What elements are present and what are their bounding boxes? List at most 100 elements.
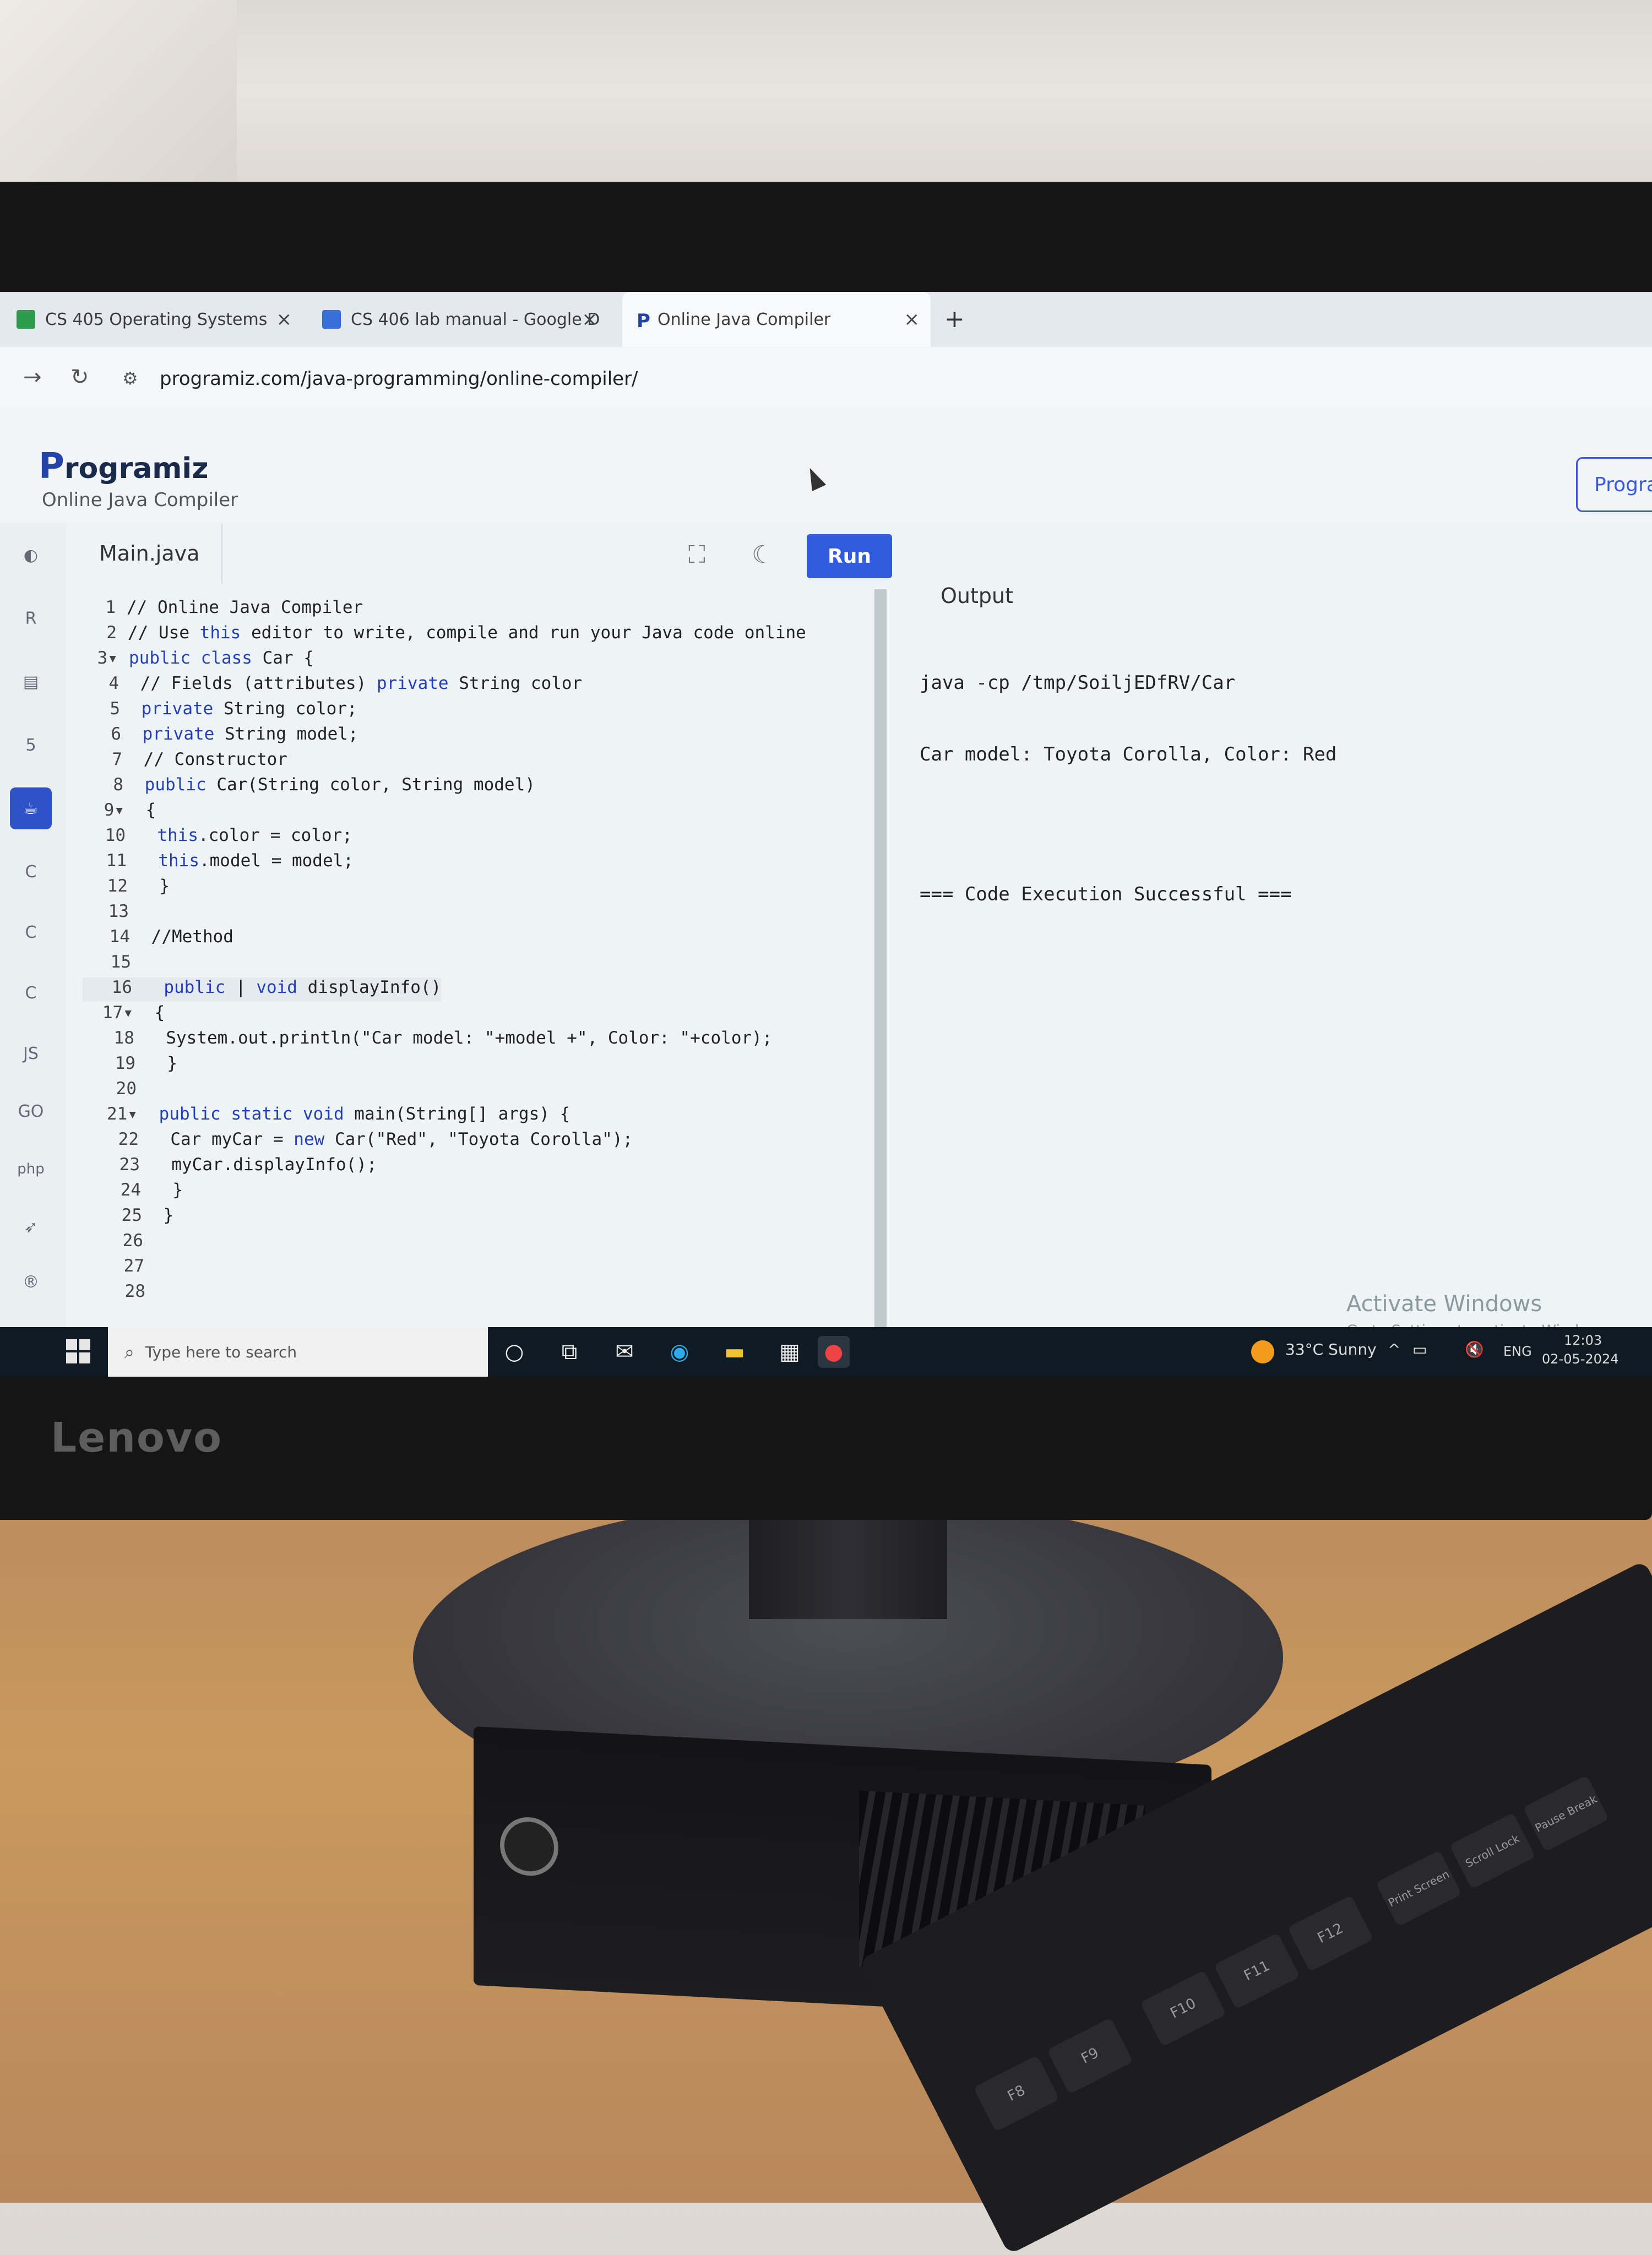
line-number: 21▾ xyxy=(107,1104,138,1124)
php-icon[interactable]: php xyxy=(10,1148,52,1190)
volume-muted-icon[interactable]: 🔇 xyxy=(1465,1340,1484,1359)
code-line[interactable]: 23 myCar.displayInfo(); xyxy=(90,1155,377,1179)
go-icon[interactable]: GO xyxy=(10,1090,52,1132)
task-view-icon[interactable]: ⧉ xyxy=(553,1336,585,1368)
windows-start-icon[interactable] xyxy=(66,1339,90,1363)
rust-icon[interactable]: ® xyxy=(10,1261,52,1303)
new-tab-button[interactable]: + xyxy=(944,305,965,333)
tab-online-java-compiler[interactable]: P Online Java Compiler × xyxy=(622,292,931,347)
page-header: Programiz Online Java Compiler Progra xyxy=(0,407,1652,523)
tab-cs405[interactable]: CS 405 Operating Systems × xyxy=(17,292,303,347)
weather-text[interactable]: 33°C Sunny xyxy=(1285,1340,1377,1359)
csharp-icon[interactable]: C xyxy=(10,911,52,953)
code-line[interactable]: 6 private String model; xyxy=(72,724,358,748)
java-icon[interactable]: ☕ xyxy=(10,787,52,829)
code-line[interactable]: 4 // Fields (attributes) private String … xyxy=(69,673,582,698)
code-editor[interactable]: 1 // Online Java Compiler 2 // Use this edi… xyxy=(66,597,881,1330)
code-line[interactable]: 16 public | void displayInfo() xyxy=(83,977,442,1002)
cpp-icon[interactable]: C xyxy=(10,972,52,1014)
key[interactable]: Print Screen xyxy=(1376,1850,1462,1927)
code-line[interactable]: 11 this.model = model; xyxy=(77,851,354,875)
programiz-pro-button[interactable]: Progra xyxy=(1576,457,1652,512)
close-icon[interactable]: × xyxy=(904,308,920,330)
code-line[interactable]: 5 private String color; xyxy=(70,699,357,723)
code-text: System.out.println("Car model: "+model +… xyxy=(145,1028,773,1048)
fullscreen-icon[interactable]: ⛶ xyxy=(688,541,705,569)
html-icon[interactable]: 5 xyxy=(10,724,52,766)
tab-cs406[interactable]: CS 406 lab manual - Google D × xyxy=(322,292,608,347)
key[interactable]: F11 xyxy=(1214,1932,1300,2009)
pane-divider[interactable] xyxy=(874,589,887,1333)
code-line[interactable]: 9▾ { xyxy=(75,800,156,824)
clock-date[interactable]: 02-05-2024 xyxy=(1542,1351,1618,1367)
sql-icon[interactable]: ▤ xyxy=(10,661,52,703)
monitor-brand: Lenovo xyxy=(51,1414,222,1461)
dark-mode-icon[interactable]: ☾ xyxy=(752,541,773,569)
network-icon[interactable]: ▭ xyxy=(1412,1340,1427,1359)
key[interactable]: Scroll Lock xyxy=(1449,1812,1536,1889)
tray-chevron-icon[interactable]: ^ xyxy=(1388,1340,1400,1359)
code-line[interactable]: 1 // Online Java Compiler xyxy=(66,597,363,622)
line-number: 7 xyxy=(112,749,122,769)
code-line[interactable]: 19 } xyxy=(86,1053,177,1078)
code-line[interactable]: 17▾ { xyxy=(84,1003,165,1027)
swift-icon[interactable]: ➶ xyxy=(10,1206,52,1248)
code-line[interactable]: 13 xyxy=(79,901,140,926)
code-line[interactable]: 22 Car myCar = new Car("Red", "Toyota Co… xyxy=(89,1129,633,1154)
code-line[interactable]: 14 //Method xyxy=(80,927,233,951)
code-text: } xyxy=(153,1205,174,1225)
python-icon[interactable]: ◐ xyxy=(10,534,52,576)
code-line[interactable]: 8 public Car(String color, String model) xyxy=(74,775,535,799)
code-line[interactable]: 25 } xyxy=(93,1205,174,1230)
reload-icon[interactable]: ↻ xyxy=(70,365,89,390)
close-icon[interactable]: × xyxy=(276,308,292,330)
code-line[interactable]: 26 xyxy=(94,1231,154,1255)
programiz-logo[interactable]: Programiz xyxy=(39,446,209,487)
code-text: // Constructor xyxy=(133,749,287,769)
chrome-icon[interactable]: ● xyxy=(818,1336,850,1368)
key[interactable]: F8 xyxy=(973,2055,1060,2132)
file-tab-main-java[interactable]: Main.java xyxy=(77,523,223,584)
code-line[interactable]: 15 xyxy=(81,952,142,976)
line-number: 17▾ xyxy=(102,1003,133,1023)
close-icon[interactable]: × xyxy=(582,308,598,330)
run-button[interactable]: Run xyxy=(807,534,892,578)
forward-icon[interactable]: → xyxy=(23,365,42,390)
code-line[interactable]: 10 this.color = color; xyxy=(76,825,352,850)
key[interactable]: F9 xyxy=(1047,2017,1133,2095)
javascript-icon[interactable]: JS xyxy=(10,1033,52,1074)
browser-tab-bar: CS 405 Operating Systems × CS 406 lab ma… xyxy=(0,292,1652,347)
power-button-icon[interactable] xyxy=(500,1816,558,1877)
taskbar-search[interactable]: ⌕ Type here to search xyxy=(108,1327,488,1377)
cortana-icon[interactable]: ○ xyxy=(498,1336,530,1368)
code-line[interactable]: 12 } xyxy=(78,876,170,900)
code-line[interactable]: 18 System.out.println("Car model: "+mode… xyxy=(85,1028,773,1052)
store-icon[interactable]: ▦ xyxy=(774,1336,806,1368)
mail-icon[interactable]: ✉ xyxy=(608,1336,640,1368)
code-line[interactable]: 7 // Constructor xyxy=(73,749,287,774)
clock-time[interactable]: 12:03 xyxy=(1564,1333,1602,1348)
line-number: 13 xyxy=(108,901,129,921)
output-line: Car model: Toyota Corolla, Color: Red xyxy=(920,743,1337,765)
key[interactable]: Pause Break xyxy=(1523,1775,1610,1852)
key[interactable]: F10 xyxy=(1140,1970,1227,2047)
url-field[interactable]: programiz.com/java-programming/online-co… xyxy=(160,368,638,390)
tab-label: CS 406 lab manual - Google D xyxy=(351,309,600,329)
code-line[interactable]: 28 xyxy=(96,1281,156,1306)
code-line[interactable]: 20 xyxy=(87,1079,148,1103)
code-line[interactable]: 24 } xyxy=(91,1180,183,1204)
c-icon[interactable]: C xyxy=(10,851,52,893)
file-explorer-icon[interactable]: ▬ xyxy=(719,1336,751,1368)
code-line[interactable]: 3▾ public class Car { xyxy=(68,648,314,672)
site-settings-icon[interactable]: ⚙ xyxy=(122,368,138,389)
language-indicator[interactable]: ENG xyxy=(1503,1344,1532,1359)
r-icon[interactable]: R xyxy=(10,597,52,639)
code-line[interactable]: 2 // Use this editor to write, compile an… xyxy=(67,623,806,647)
code-line[interactable]: 27 xyxy=(95,1256,155,1280)
address-bar: → ↻ ⚙ programiz.com/java-programming/onl… xyxy=(0,347,1652,407)
line-number: 28 xyxy=(124,1281,145,1301)
key[interactable]: F12 xyxy=(1287,1895,1374,1972)
code-line[interactable]: 21▾ public static void main(String[] arg… xyxy=(88,1104,570,1128)
edge-icon[interactable]: ◉ xyxy=(664,1336,695,1368)
